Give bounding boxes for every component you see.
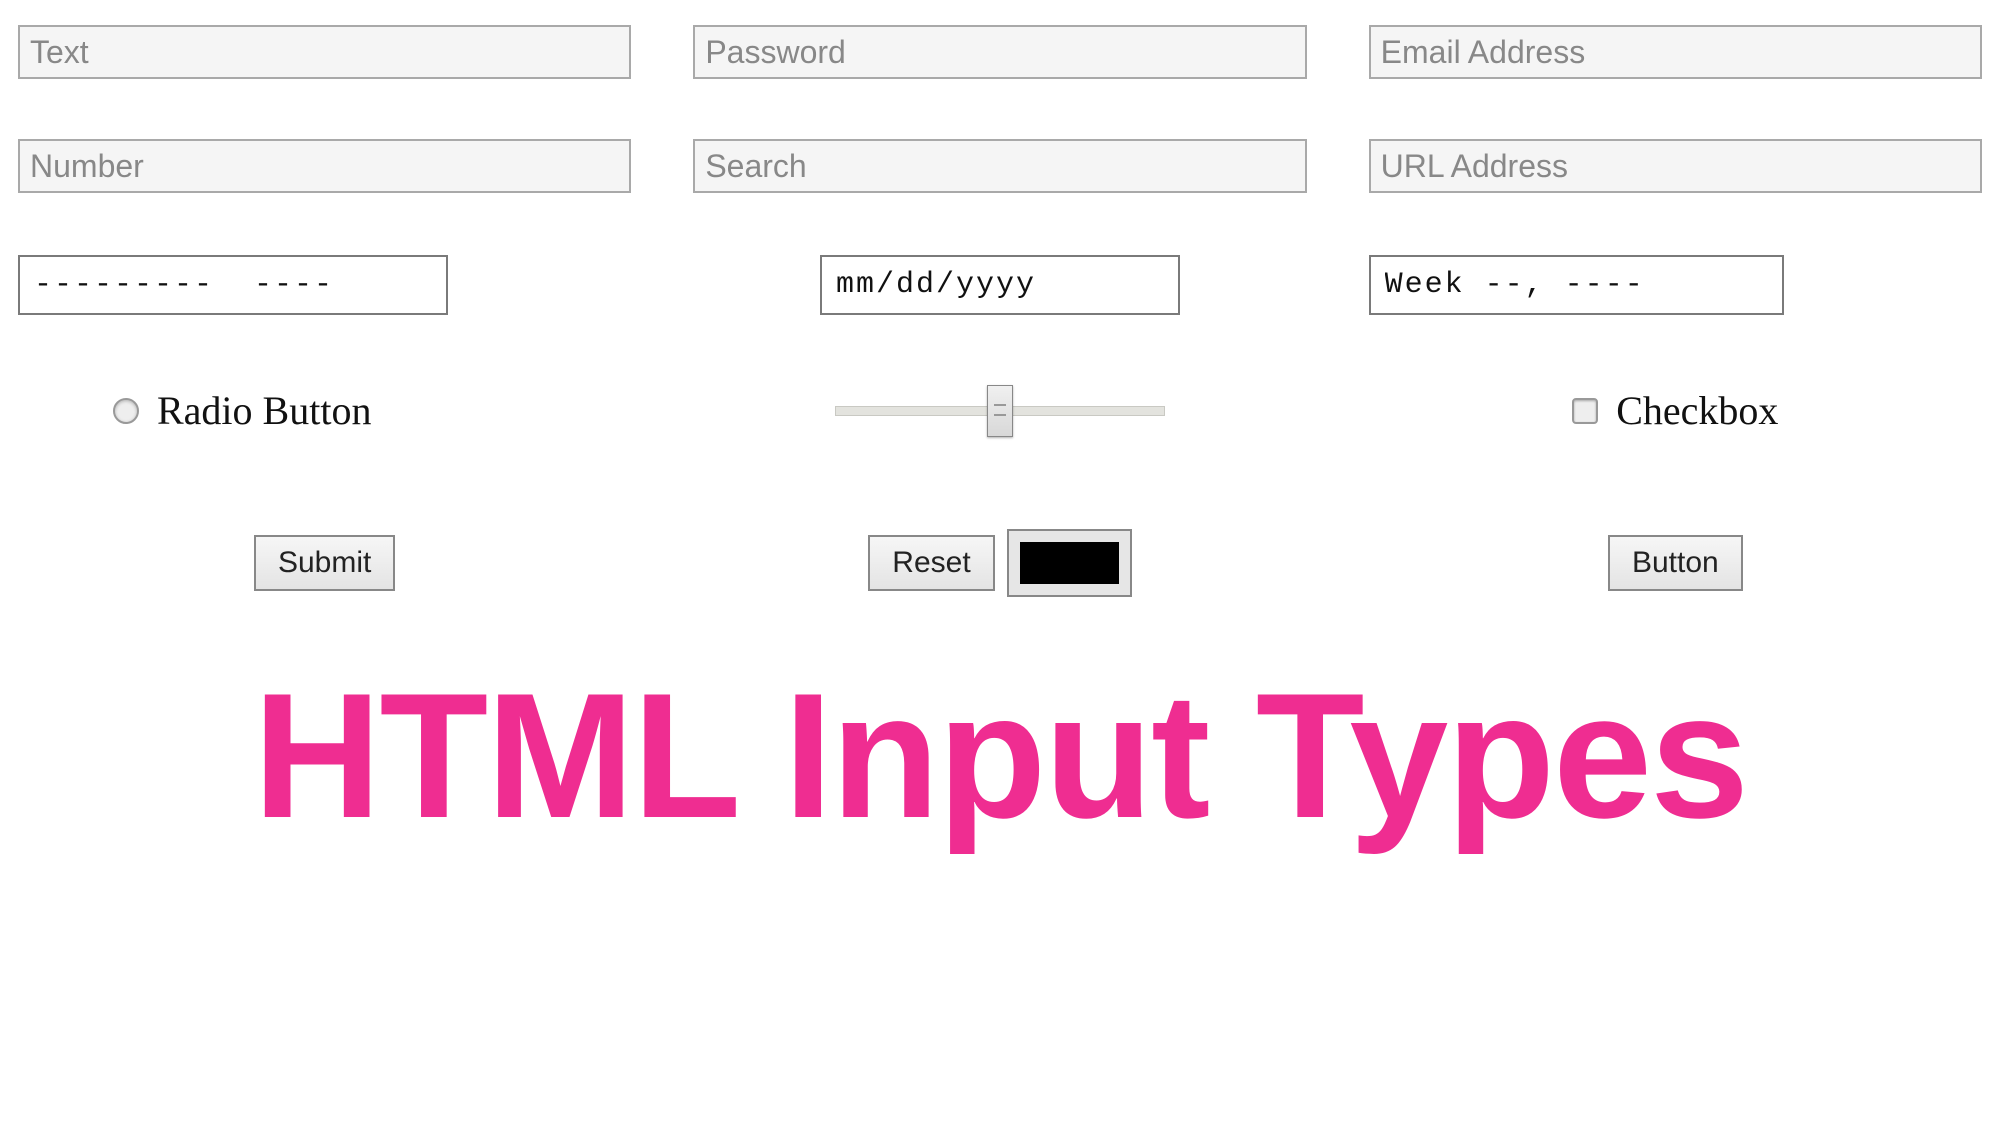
text-input[interactable] <box>18 25 631 79</box>
checkbox-label: Checkbox <box>1616 387 1778 434</box>
radio-button[interactable]: Radio Button <box>18 387 371 434</box>
cell-date <box>693 255 1306 315</box>
checkbox[interactable]: Checkbox <box>1572 387 1778 434</box>
checkbox-icon <box>1572 398 1598 424</box>
page-title: HTML Input Types <box>18 667 1982 845</box>
cell-text <box>18 25 631 79</box>
cell-checkbox: Checkbox <box>1369 387 1982 434</box>
number-input[interactable] <box>18 139 631 193</box>
cell-url <box>1369 139 1982 193</box>
cell-week <box>1369 255 1982 315</box>
submit-button[interactable]: Submit <box>254 535 395 591</box>
range-slider[interactable] <box>835 406 1165 416</box>
color-input[interactable] <box>1007 529 1132 597</box>
radio-icon <box>113 398 139 424</box>
search-input[interactable] <box>693 139 1306 193</box>
tel-input[interactable] <box>18 255 448 315</box>
reset-color-group: Reset <box>868 529 1131 597</box>
generic-button[interactable]: Button <box>1608 535 1743 591</box>
color-swatch-icon <box>1020 542 1119 584</box>
week-input[interactable] <box>1369 255 1784 315</box>
date-input[interactable] <box>820 255 1180 315</box>
radio-label: Radio Button <box>157 387 371 434</box>
cell-search <box>693 139 1306 193</box>
url-input[interactable] <box>1369 139 1982 193</box>
cell-submit: Submit <box>18 529 631 597</box>
cell-range <box>693 387 1306 434</box>
reset-button[interactable]: Reset <box>868 535 994 591</box>
cell-password <box>693 25 1306 79</box>
cell-number <box>18 139 631 193</box>
cell-radio: Radio Button <box>18 387 631 434</box>
email-input[interactable] <box>1369 25 1982 79</box>
cell-button: Button <box>1369 529 1982 597</box>
cell-tel <box>18 255 631 315</box>
form-grid: Radio Button Checkbox Submit Reset Butto… <box>18 25 1982 597</box>
slider-thumb-icon <box>987 385 1013 437</box>
cell-reset-color: Reset <box>693 529 1306 597</box>
cell-email <box>1369 25 1982 79</box>
password-input[interactable] <box>693 25 1306 79</box>
